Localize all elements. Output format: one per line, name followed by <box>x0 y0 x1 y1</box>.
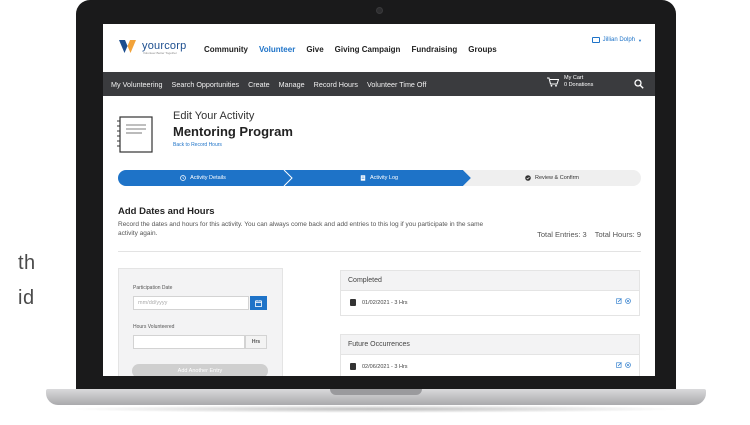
search-icon <box>634 79 644 89</box>
step-label: Activity Details <box>190 175 226 181</box>
subnav-volunteer-time-off[interactable]: Volunteer Time Off <box>367 80 426 89</box>
user-card-icon <box>591 37 600 43</box>
section-description: Record the dates and hours for this acti… <box>118 221 484 237</box>
page-title: Mentoring Program <box>173 124 293 139</box>
background-text-1: th <box>18 252 36 274</box>
entry-doc-icon <box>350 363 356 370</box>
nav-give[interactable]: Give <box>306 45 323 54</box>
remove-icon[interactable] <box>625 362 631 368</box>
nav-community[interactable]: Community <box>204 45 248 54</box>
cart-title: My Cart <box>564 75 584 81</box>
log-entry-row: 02/06/2021 - 3 Hrs <box>340 355 640 376</box>
entry-doc-icon <box>350 299 356 306</box>
top-navigation: yourcorp Volunteer Better Together Commu… <box>103 24 655 72</box>
step-activity-details[interactable]: Activity Details <box>118 170 288 186</box>
nav-giving-campaign[interactable]: Giving Campaign <box>335 45 401 54</box>
log-entry-text: 02/06/2021 - 3 Hrs <box>362 364 408 370</box>
progress-steps: Activity Details Activity Log Review & C… <box>118 170 641 186</box>
divider <box>118 251 641 252</box>
hours-volunteered-label: Hours Volunteered <box>133 324 175 330</box>
laptop-notch <box>330 389 422 395</box>
hours-unit-addon: Hrs <box>245 335 267 349</box>
add-another-entry-button[interactable]: Add Another Entry <box>132 364 268 376</box>
notebook-icon <box>117 116 153 153</box>
search-button[interactable] <box>623 72 655 96</box>
log-entry-text: 01/02/2021 - 3 Hrs <box>362 300 408 306</box>
stage: th id yourcorp Volunteer Better Together… <box>0 0 750 425</box>
participation-date-input[interactable]: mm/dd/yyyy <box>133 296 249 310</box>
totals: Total Entries: 3 Total Hours: 9 <box>537 230 641 239</box>
step-label: Activity Log <box>369 175 399 181</box>
caret-down-icon: ▼ <box>638 37 642 43</box>
webcam <box>376 7 383 14</box>
hours-volunteered-input[interactable] <box>133 335 245 349</box>
remove-icon[interactable] <box>625 298 631 304</box>
participation-date-label: Participation Date <box>133 285 173 291</box>
cart-count: 0 Donations <box>564 82 594 88</box>
subnav-search-opportunities[interactable]: Search Opportunities <box>172 80 240 89</box>
edit-activity-label: Edit Your Activity <box>173 110 255 122</box>
entry-actions <box>616 362 631 368</box>
background-text-2: id <box>18 287 35 309</box>
back-to-record-hours-link[interactable]: Back to Record Hours <box>173 142 222 148</box>
subnav-record-hours[interactable]: Record Hours <box>314 80 358 89</box>
main-nav: Community Volunteer Give Giving Campaign… <box>204 45 497 54</box>
check-circle-icon <box>525 175 531 181</box>
step-activity-log[interactable]: Activity Log <box>294 170 464 186</box>
entry-actions <box>616 298 631 304</box>
cart-icon <box>547 77 559 87</box>
total-entries: Total Entries: 3 <box>537 230 587 239</box>
nav-volunteer[interactable]: Volunteer <box>259 45 295 54</box>
cart-button[interactable]: My Cart 0 Donations <box>547 75 593 89</box>
screen: yourcorp Volunteer Better Together Commu… <box>103 24 655 376</box>
step-review-confirm[interactable]: Review & Confirm <box>471 170 633 186</box>
user-menu[interactable]: Jillian Dolph ▼ <box>591 37 642 43</box>
subnav-my-volunteering[interactable]: My Volunteering <box>111 80 163 89</box>
total-hours: Total Hours: 9 <box>594 230 641 239</box>
log-icon <box>360 175 366 181</box>
nav-fundraising[interactable]: Fundraising <box>411 45 457 54</box>
future-occurrences-header: Future Occurrences <box>340 334 640 355</box>
brand-tagline: Volunteer Better Together <box>143 51 177 55</box>
nav-groups[interactable]: Groups <box>468 45 496 54</box>
section-title: Add Dates and Hours <box>118 206 215 217</box>
subnav-manage[interactable]: Manage <box>279 80 305 89</box>
calendar-icon <box>255 299 262 307</box>
calendar-button[interactable] <box>250 296 267 310</box>
step-label: Review & Confirm <box>534 175 579 181</box>
laptop-shadow <box>60 405 690 413</box>
edit-icon[interactable] <box>616 362 622 368</box>
log-entry-row: 01/02/2021 - 3 Hrs <box>340 291 640 316</box>
logo-mark-icon <box>119 40 136 53</box>
volunteer-subnav: My Volunteering Search Opportunities Cre… <box>103 72 655 96</box>
completed-header: Completed <box>340 270 640 291</box>
user-name: Jillian Dolph <box>602 37 636 43</box>
edit-icon[interactable] <box>616 298 622 304</box>
clock-icon <box>180 175 186 181</box>
entry-form-card: Participation Date mm/dd/yyyy Hours Volu… <box>118 268 283 376</box>
subnav-create[interactable]: Create <box>248 80 270 89</box>
